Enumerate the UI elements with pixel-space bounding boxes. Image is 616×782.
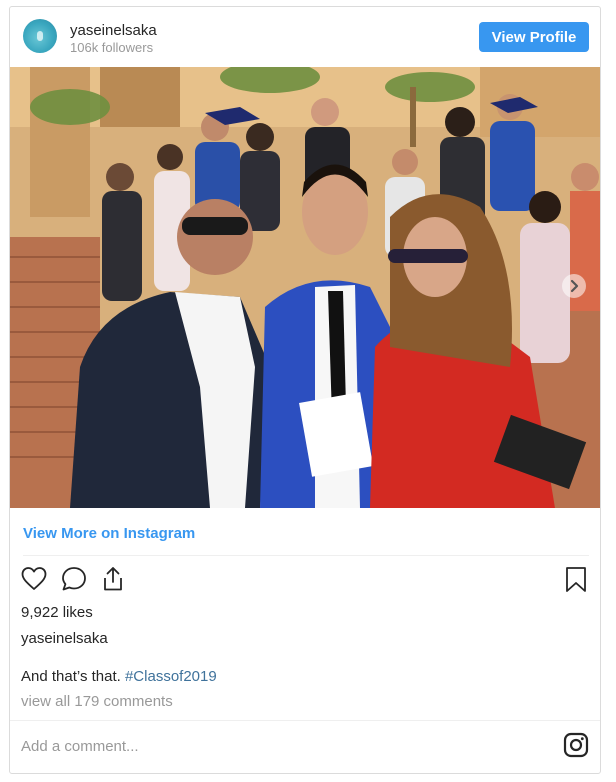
- graduation-photo: [10, 67, 600, 508]
- view-profile-button[interactable]: View Profile: [479, 22, 589, 52]
- follower-count: 106k followers: [70, 40, 154, 55]
- divider: [23, 555, 589, 556]
- caption-text: And that’s that.: [21, 668, 125, 685]
- instagram-embed-card: yaseinelsaka 106k followers View Profile: [9, 6, 601, 774]
- add-comment-input[interactable]: [21, 731, 541, 761]
- caption: And that’s that. #Classof2019: [21, 668, 217, 685]
- caption-username[interactable]: yaseinelsaka: [21, 630, 108, 647]
- chevron-right-icon: [570, 279, 579, 293]
- comment-icon[interactable]: [60, 565, 88, 593]
- avatar[interactable]: [23, 19, 57, 53]
- view-all-comments-link[interactable]: view all 179 comments: [21, 693, 173, 710]
- caption-hashtag[interactable]: #Classof2019: [125, 668, 217, 685]
- heart-icon[interactable]: [20, 565, 48, 593]
- share-icon[interactable]: [99, 565, 127, 593]
- post-photo[interactable]: [10, 67, 600, 508]
- action-bar: [10, 563, 600, 597]
- post-header: yaseinelsaka 106k followers View Profile: [10, 7, 600, 67]
- like-count[interactable]: 9,922 likes: [21, 604, 93, 621]
- divider: [10, 720, 600, 721]
- instagram-icon[interactable]: [563, 732, 589, 758]
- next-photo-button[interactable]: [562, 274, 586, 298]
- view-more-link[interactable]: View More on Instagram: [23, 525, 195, 542]
- username[interactable]: yaseinelsaka: [70, 22, 157, 39]
- bookmark-icon[interactable]: [562, 565, 590, 593]
